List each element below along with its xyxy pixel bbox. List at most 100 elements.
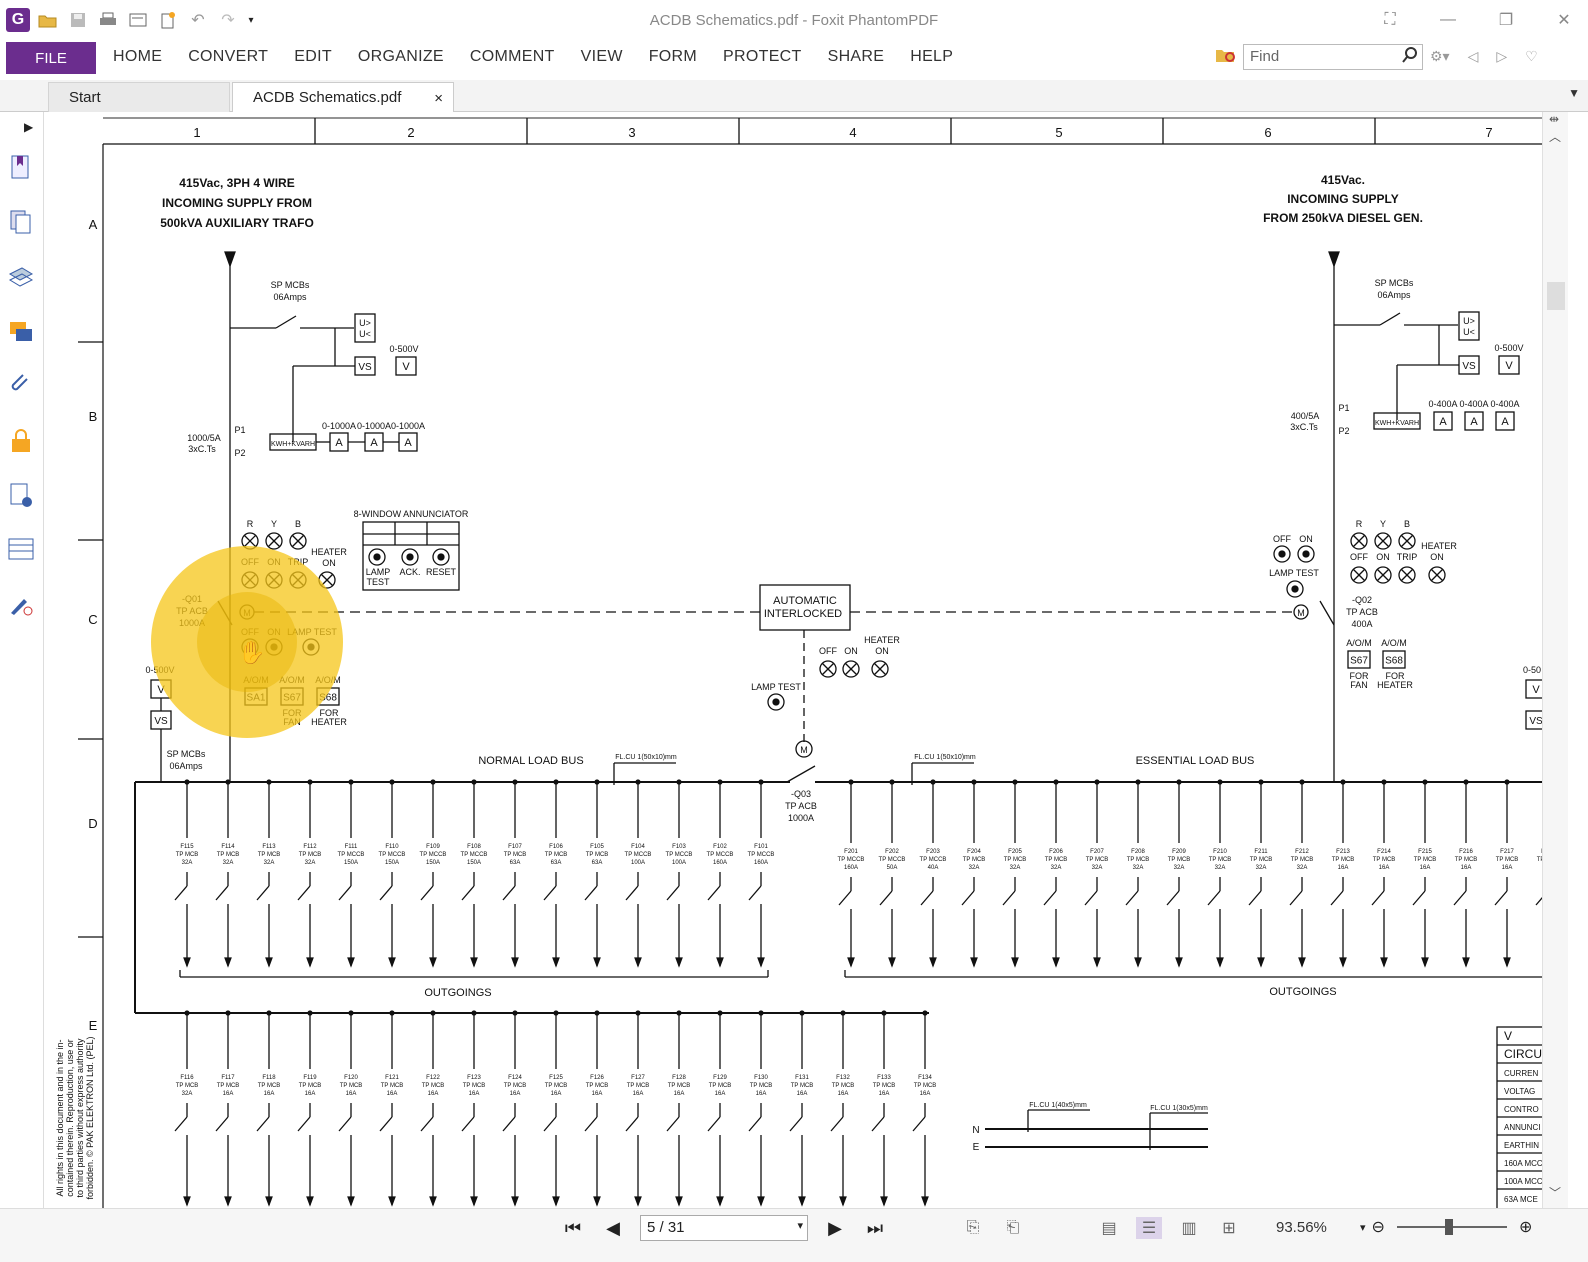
busbar-node: [225, 779, 231, 785]
zoom-dropdown-icon[interactable]: ▾: [1360, 1221, 1366, 1234]
next-page-icon[interactable]: ▶: [822, 1218, 848, 1239]
push-button-dot: [772, 698, 780, 706]
busbar-node: [471, 779, 477, 785]
outgoing-arrow: [388, 1196, 396, 1207]
next-result-icon[interactable]: ▷: [1496, 48, 1507, 65]
lower-feeder-label: F125: [549, 1075, 563, 1081]
menu-comment[interactable]: COMMENT: [457, 48, 568, 66]
close-window-button[interactable]: ✕: [1550, 6, 1578, 34]
file-menu-button[interactable]: FILE: [6, 42, 96, 74]
attachments-icon[interactable]: [6, 370, 36, 400]
comments-icon[interactable]: [6, 317, 36, 347]
essential-feeder-switch: [920, 890, 934, 906]
continuous-page-icon[interactable]: ☰: [1136, 1217, 1162, 1239]
busbar-node: [389, 1010, 395, 1016]
zoom-slider[interactable]: [1396, 1219, 1507, 1235]
push-button-dot: [1278, 550, 1286, 558]
scroll-down-icon[interactable]: ﹀: [1549, 1184, 1561, 1201]
find-input[interactable]: Find: [1243, 44, 1423, 70]
signature-icon[interactable]: [6, 590, 36, 620]
touch-mode-icon[interactable]: ⛶: [1376, 6, 1404, 34]
minimize-button[interactable]: —: [1434, 6, 1462, 34]
menu-organize[interactable]: ORGANIZE: [345, 48, 457, 66]
single-page-icon[interactable]: ▤: [1096, 1217, 1122, 1239]
close-tab-icon[interactable]: ×: [434, 90, 443, 107]
essential-feeder-label: 16A: [1379, 865, 1390, 871]
outgoing-arrow: [1052, 957, 1060, 968]
lower-feeder-label: F123: [467, 1075, 481, 1081]
zoom-level[interactable]: 93.56%: [1276, 1219, 1327, 1236]
lower-feeder-label: TP MCB: [709, 1083, 732, 1089]
essential-feeder-label: TP MCB: [1455, 857, 1478, 863]
menu-protect[interactable]: PROTECT: [710, 48, 815, 66]
essential-feeder-label: TP MCB: [1291, 857, 1314, 863]
amps-label: 06Amps: [169, 761, 203, 771]
tab-list-dropdown-icon[interactable]: ▼: [1568, 86, 1580, 100]
heater-label: HEATER: [864, 635, 900, 645]
busbar-node: [1258, 779, 1264, 785]
heater-label: ON: [1430, 552, 1444, 562]
table-cell: CIRCU: [1504, 1047, 1542, 1061]
lower-feeder-switch: [256, 1116, 270, 1132]
menu-edit[interactable]: EDIT: [281, 48, 345, 66]
lower-feeder-label: 16A: [428, 1091, 439, 1097]
fields-icon[interactable]: [6, 534, 36, 564]
facing-pages-icon[interactable]: ▥: [1176, 1217, 1202, 1239]
bookmarks-icon[interactable]: [6, 152, 36, 182]
search-folder-icon[interactable]: [1215, 45, 1237, 70]
pages-thumbnail-icon[interactable]: [6, 207, 36, 237]
essential-feeder-switch: [1084, 890, 1098, 906]
lower-feeder-label: 16A: [387, 1091, 398, 1097]
content-icon[interactable]: [6, 480, 36, 510]
restore-button[interactable]: ❐: [1492, 6, 1520, 34]
layers-icon[interactable]: [6, 262, 36, 292]
previous-result-icon[interactable]: ◁: [1468, 48, 1479, 65]
menu-convert[interactable]: CONVERT: [175, 48, 281, 66]
scrollbar-thumb[interactable]: [1547, 282, 1565, 310]
lower-feeder-switch: [338, 1116, 352, 1132]
previous-view-icon[interactable]: ⎘: [960, 1217, 986, 1239]
next-view-icon[interactable]: ⎗: [1000, 1217, 1026, 1239]
essential-feeder-switch: [1330, 890, 1344, 906]
page-dropdown-icon[interactable]: ▾: [797, 1219, 803, 1232]
tab-acdb-schematics[interactable]: ACDB Schematics.pdf ×: [232, 82, 454, 112]
settings-gear-icon[interactable]: ⚙▾: [1430, 48, 1450, 65]
continuous-facing-icon[interactable]: ⊞: [1216, 1217, 1242, 1239]
essential-feeder-label: F207: [1090, 849, 1104, 855]
previous-page-icon[interactable]: ◀: [600, 1218, 626, 1239]
busbar-node: [266, 1010, 272, 1016]
menu-help[interactable]: HELP: [897, 48, 966, 66]
first-page-icon[interactable]: ⏮: [560, 1218, 586, 1239]
scroll-up-icon[interactable]: ︿: [1549, 128, 1561, 145]
phase-label: Y: [1380, 519, 1386, 529]
lower-feeder-switch: [215, 1116, 229, 1132]
lower-feeder-label: 16A: [592, 1091, 603, 1097]
ribbon-collapse-icon[interactable]: ♡: [1525, 48, 1538, 65]
tab-start[interactable]: Start: [48, 82, 230, 112]
busbar-node: [307, 779, 313, 785]
menu-form[interactable]: FORM: [636, 48, 710, 66]
zoom-slider-knob[interactable]: [1444, 1219, 1453, 1235]
last-page-icon[interactable]: ⏭: [862, 1218, 888, 1239]
menu-share[interactable]: SHARE: [815, 48, 898, 66]
zoom-in-icon[interactable]: ⊕: [1519, 1217, 1532, 1237]
document-view[interactable]: 1 2 3 4 5 6 7 A B C D E 415Vac, 3PH 4 WIRE INCOMING …: [45, 112, 1542, 1208]
menu-view[interactable]: VIEW: [568, 48, 636, 66]
left-supply-title: 500kVA AUXILIARY TRAFO: [160, 216, 314, 230]
page-number-input[interactable]: 5 / 31 ▾: [640, 1215, 808, 1241]
zoom-out-icon[interactable]: ⊖: [1372, 1217, 1385, 1237]
vertical-scrollbar[interactable]: ⇹ ︿ ﹀: [1542, 112, 1568, 1208]
outgoing-arrow: [880, 1196, 888, 1207]
voltage-relay-label: U>: [1463, 316, 1475, 326]
essential-feeder-switch: [1125, 890, 1139, 906]
split-view-icon[interactable]: ⇹: [1549, 112, 1559, 126]
search-icon[interactable]: [1402, 47, 1418, 67]
right-supply-title: 415Vac.: [1321, 173, 1365, 187]
security-lock-icon[interactable]: [6, 426, 36, 456]
busbar-node: [1422, 779, 1428, 785]
earth-spec: FL.CU 1(30x5)mm: [1150, 1105, 1208, 1112]
expand-panel-icon[interactable]: ▶: [24, 120, 33, 134]
lower-feeder-label: TP MCB: [586, 1083, 609, 1089]
essential-feeder-label: 32A: [1174, 865, 1185, 871]
menu-home[interactable]: HOME: [100, 48, 175, 66]
